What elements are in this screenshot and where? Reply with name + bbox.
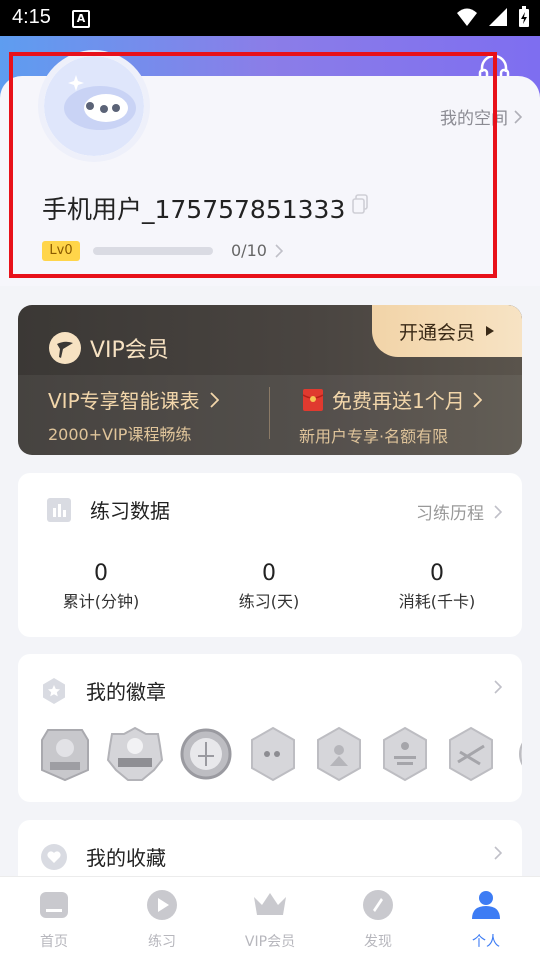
nav-discover[interactable]: 发现 xyxy=(333,889,423,951)
vip-free-month-label: 免费再送1个月 xyxy=(332,389,465,413)
badge-icon[interactable] xyxy=(446,726,496,782)
vip-title-label: VIP会员 xyxy=(90,338,169,363)
vip-schedule-link[interactable]: VIP专享智能课表 xyxy=(48,385,219,414)
person-icon xyxy=(472,891,500,919)
badge-icon[interactable] xyxy=(40,726,90,782)
badge-icon[interactable] xyxy=(314,726,364,782)
compass-icon xyxy=(363,890,393,920)
badge-icon[interactable] xyxy=(380,726,430,782)
nav-home[interactable]: 首页 xyxy=(9,889,99,951)
practice-data-title: 练习数据 xyxy=(90,499,170,523)
vip-title: VIP会员 xyxy=(48,331,169,365)
favorites-header: 我的收藏 xyxy=(40,842,166,871)
bottom-nav: 首页 练习 VIP会员 发现 个人 xyxy=(0,876,540,961)
chevron-right-icon xyxy=(473,391,482,408)
nav-profile-label: 个人 xyxy=(472,934,500,950)
stat-value: 0 xyxy=(430,561,444,586)
badges-card[interactable]: 我的徽章 xyxy=(18,654,522,802)
open-vip-label: 开通会员 xyxy=(398,321,475,344)
heart-icon xyxy=(41,843,67,870)
badge-icon[interactable] xyxy=(106,726,164,782)
chevron-right-icon xyxy=(210,391,219,408)
nav-home-label: 首页 xyxy=(40,934,68,950)
vip-divider xyxy=(269,387,270,439)
play-triangle-icon xyxy=(486,326,494,336)
vip-schedule-label: VIP专享智能课表 xyxy=(48,389,200,413)
badges-title: 我的徽章 xyxy=(86,680,166,704)
vip-free-month-sub: 新用户专享·名额有限 xyxy=(299,427,449,446)
wifi-icon xyxy=(457,8,477,26)
star-badge-icon xyxy=(43,677,65,704)
chart-bars-icon xyxy=(47,497,71,522)
nav-vip[interactable]: VIP会员 xyxy=(225,889,315,951)
signal-icon xyxy=(489,8,507,26)
open-vip-button[interactable]: 开通会员 xyxy=(372,305,522,357)
battery-icon xyxy=(519,6,529,27)
practice-data-card[interactable]: 练习数据 习练历程 0 累计(分钟) 0 练习(天) 0 消耗(千卡) xyxy=(18,473,522,637)
system-icons xyxy=(456,6,530,28)
stat-label: 消耗(千卡) xyxy=(398,592,476,611)
status-time: 4:15 xyxy=(12,6,51,28)
stat-value: 0 xyxy=(94,561,108,586)
badge-icon[interactable] xyxy=(512,726,522,782)
play-icon xyxy=(147,890,177,920)
stat-practice-days: 0 练习(天) xyxy=(209,561,329,612)
nav-practice[interactable]: 练习 xyxy=(117,889,207,951)
stat-calories: 0 消耗(千卡) xyxy=(377,561,497,612)
chevron-right-icon xyxy=(514,109,522,124)
badges-row xyxy=(40,726,522,782)
chevron-right-icon xyxy=(494,846,502,860)
nav-profile[interactable]: 个人 xyxy=(441,889,531,951)
favorites-link[interactable] xyxy=(494,846,502,860)
red-envelope-icon xyxy=(302,388,324,411)
stat-label: 累计(分钟) xyxy=(62,592,140,611)
nav-vip-label: VIP会员 xyxy=(244,934,296,950)
vip-schedule-sub: 2000+VIP课程畅练 xyxy=(48,425,192,444)
highlight-box xyxy=(9,52,497,278)
crown-icon xyxy=(254,893,286,915)
status-bar: 4:15 A xyxy=(0,0,540,36)
vip-free-month-link[interactable]: 免费再送1个月 xyxy=(302,385,482,414)
badges-header: 我的徽章 xyxy=(40,676,166,705)
home-icon xyxy=(40,892,68,918)
badges-link[interactable] xyxy=(494,680,502,694)
practice-data-header: 练习数据 xyxy=(46,495,170,524)
badge-icon[interactable] xyxy=(248,726,298,782)
stat-total-minutes: 0 累计(分钟) xyxy=(41,561,161,612)
favorites-title: 我的收藏 xyxy=(86,846,166,870)
chevron-right-icon xyxy=(494,504,502,519)
chevron-right-icon xyxy=(494,680,502,694)
badge-icon[interactable] xyxy=(180,726,232,782)
nav-discover-label: 发现 xyxy=(364,934,392,950)
stat-label: 练习(天) xyxy=(238,592,300,611)
vip-logo-icon xyxy=(49,332,81,364)
nav-practice-label: 练习 xyxy=(148,934,176,950)
vip-card[interactable]: VIP会员 开通会员 VIP专享智能课表 2000+VIP课程畅练 免费再送1个… xyxy=(18,305,522,455)
practice-history-label: 习练历程 xyxy=(416,504,484,524)
notification-icon: A xyxy=(72,10,90,28)
stat-value: 0 xyxy=(262,561,276,586)
practice-history-link[interactable]: 习练历程 xyxy=(416,499,502,524)
